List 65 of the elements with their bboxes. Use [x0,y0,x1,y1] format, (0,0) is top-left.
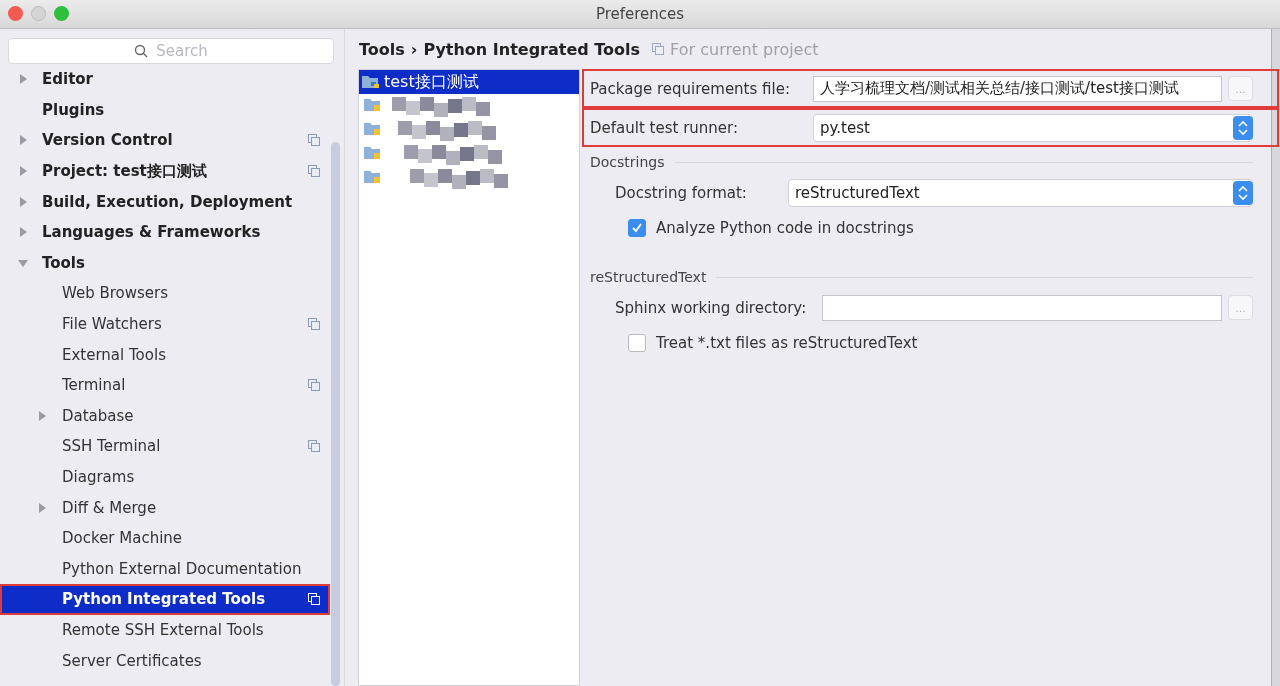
copy-icon [652,43,665,55]
path-field[interactable] [822,294,1222,321]
field-label: Docstring format: [615,183,748,202]
dropdown-arrows-icon [1233,180,1253,205]
sidebar-item[interactable]: Languages & Frameworks [0,216,344,248]
sidebar-item[interactable]: Diff & Merge [0,492,344,523]
copy-icon [308,134,320,147]
sidebar-item[interactable]: External Tools [0,339,344,370]
checkbox-label: Treat *.txt files as reStructuredText [656,334,918,352]
copy-icon [308,318,320,331]
python-folder-icon [362,75,380,89]
expand-arrow-icon [18,74,28,85]
expand-arrow-icon [37,410,47,421]
dropdown[interactable]: py.test [813,113,1253,142]
sidebar-item[interactable]: Remote SSH External Tools [0,614,344,646]
sidebar-item[interactable]: Database [0,400,344,432]
window-title: Preferences [595,5,685,23]
section-title: Docstrings [590,154,665,170]
sidebar-item[interactable]: Docker Machine [0,522,344,554]
sidebar-item[interactable]: Terminal [0,369,344,401]
check-icon [631,222,643,234]
breadcrumb-separator: › [410,39,418,59]
path-field[interactable]: 人学习梳理文档/测试相关总结/接口测试/test接口测试 [813,75,1222,102]
search-field[interactable]: Search [8,38,334,64]
copy-icon [308,379,320,392]
minimize-button[interactable] [31,6,46,21]
copy-icon [308,593,320,606]
scope-label: For current project [670,39,819,59]
sidebar-item[interactable]: Python Integrated Tools [0,584,330,615]
expand-arrow-icon [37,502,47,513]
checkbox-label: Analyze Python code in docstrings [656,219,914,237]
sidebar-item[interactable]: Editor [0,66,344,95]
section-title: reStructuredText [590,269,707,285]
dropdown[interactable]: reStructuredText [788,178,1253,207]
expand-arrow-icon [18,166,28,177]
project-item[interactable]: test接口测试 [359,70,579,94]
sidebar-item[interactable]: Server Certificates [0,645,344,676]
dropdown-arrows-icon [1233,115,1253,140]
scrollbar[interactable] [331,142,340,686]
field-label: Package requirements file: [590,79,791,98]
copy-icon [308,165,320,178]
expand-arrow-icon [18,257,28,268]
sidebar-item[interactable]: Tools [0,247,344,279]
breadcrumb-item: Tools [359,39,405,59]
field-label: Default test runner: [590,118,740,137]
sidebar-item[interactable]: Plugins [0,94,344,126]
close-button[interactable] [8,6,23,21]
expand-arrow-icon [18,227,28,238]
field-label: Sphinx working directory: [615,298,807,317]
breadcrumb-item: Python Integrated Tools [423,39,641,59]
expand-arrow-icon [18,135,28,146]
sidebar-item[interactable]: Python External Documentation [0,553,344,585]
sidebar-item[interactable]: Web Browsers [0,278,344,309]
checkbox[interactable] [628,334,646,352]
sidebar-item[interactable]: Diagrams [0,461,344,493]
checkbox[interactable] [628,219,646,237]
sidebar-item[interactable]: File Watchers [0,308,344,340]
sidebar-item[interactable]: SSH Terminal [0,431,344,462]
copy-icon [308,440,320,453]
sidebar-item[interactable]: Version Control [0,125,344,156]
zoom-button[interactable] [54,6,69,21]
sidebar-item[interactable]: Project: test接口测试 [0,155,344,187]
sidebar-item[interactable]: Build, Execution, Deployment [0,186,344,217]
expand-arrow-icon [18,196,28,207]
search-icon [134,44,148,58]
